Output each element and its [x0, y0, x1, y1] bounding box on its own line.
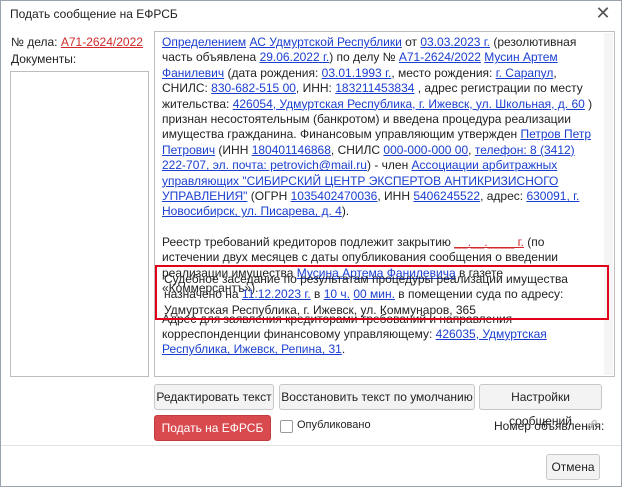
text-link[interactable]: 11.12.2023 г.: [242, 287, 311, 301]
text-run: (ИНН: [215, 142, 252, 157]
text-link[interactable]: 426054, Удмуртская Республика, г. Ижевск…: [233, 97, 585, 111]
text-link[interactable]: 5406245522: [413, 189, 480, 203]
footer-separator: [1, 445, 621, 446]
title-bar: Подать сообщение на ЕФРСБ ✕: [1, 1, 621, 27]
text-link[interactable]: 183211453834: [335, 81, 414, 95]
text-run: ).: [341, 204, 350, 219]
text-link[interactable]: Определением: [162, 35, 246, 49]
text-link[interactable]: А71-2624/2022: [399, 50, 481, 64]
scrollbar[interactable]: [604, 33, 613, 375]
paragraph-hearing: Судебное заседание по результатам процед…: [164, 272, 604, 318]
text-link[interactable]: 03.03.2023 г.: [420, 35, 490, 49]
text-link[interactable]: 180401146868: [252, 143, 331, 157]
text-run: Реестр требований кредиторов подлежит за…: [162, 234, 455, 249]
text-link[interactable]: 03.01.1993 г.: [322, 66, 392, 80]
text-run: .: [341, 342, 346, 357]
text-run: ,: [468, 142, 475, 157]
link-icon[interactable]: [586, 418, 598, 432]
text-run: , адрес:: [480, 189, 527, 204]
submit-efrsb-button[interactable]: Подать на ЕФРСБ: [154, 415, 271, 441]
documents-label: Документы:: [11, 52, 77, 66]
text-run: , место рождения:: [391, 65, 496, 80]
text-link[interactable]: 10 ч.: [324, 287, 350, 301]
case-number-label: № дела:: [11, 35, 58, 49]
text-link[interactable]: 00 мин.: [353, 287, 395, 301]
text-run: ) - член: [366, 158, 412, 173]
text-link[interactable]: 000-000-000 00: [383, 143, 468, 157]
message-settings-button[interactable]: Настройки сообщений: [479, 384, 602, 428]
hearing-highlight-box: Судебное заседание по результатам процед…: [155, 265, 609, 320]
text-link[interactable]: г. Сарапул: [496, 66, 554, 80]
paragraph-decision: Определением АС Удмуртской Республики от…: [162, 35, 602, 220]
edit-text-button[interactable]: Редактировать текст: [154, 384, 274, 410]
case-number-link[interactable]: А71-2624/2022: [61, 35, 143, 49]
text-run: , ИНН:: [295, 81, 336, 96]
case-number: № дела: А71-2624/2022: [11, 35, 143, 49]
text-link[interactable]: __.__.____ г.: [454, 235, 524, 249]
text-run: (ОГРН: [247, 189, 291, 204]
close-icon[interactable]: ✕: [593, 3, 613, 23]
text-run: , СНИЛС: [330, 142, 384, 157]
cancel-button[interactable]: Отмена: [546, 454, 600, 480]
text-link[interactable]: 1035402470036: [291, 189, 378, 203]
text-link[interactable]: 29.06.2022 г.: [260, 50, 330, 64]
message-text-pane[interactable]: Определением АС Удмуртской Республики от…: [154, 31, 615, 377]
published-checkbox[interactable]: [280, 420, 293, 433]
text-run: в: [310, 287, 324, 302]
documents-list[interactable]: [10, 71, 149, 377]
text-link[interactable]: 830-682-515 00: [211, 81, 296, 95]
text-run: (дата рождения:: [224, 65, 322, 80]
dialog-title: Подать сообщение на ЕФРСБ: [10, 7, 178, 21]
text-link[interactable]: АС Удмуртской Республики: [249, 35, 401, 49]
submit-efrsb-dialog: Подать сообщение на ЕФРСБ ✕ № дела: А71-…: [0, 0, 622, 487]
text-run: от: [401, 35, 421, 49]
restore-default-text-button[interactable]: Восстановить текст по умолчанию: [279, 384, 475, 410]
published-label: Опубликовано: [297, 419, 371, 431]
text-run: , ИНН: [377, 189, 414, 204]
message-text: Определением АС Удмуртской Республики от…: [162, 35, 602, 373]
text-run: ) по делу №: [329, 50, 399, 65]
